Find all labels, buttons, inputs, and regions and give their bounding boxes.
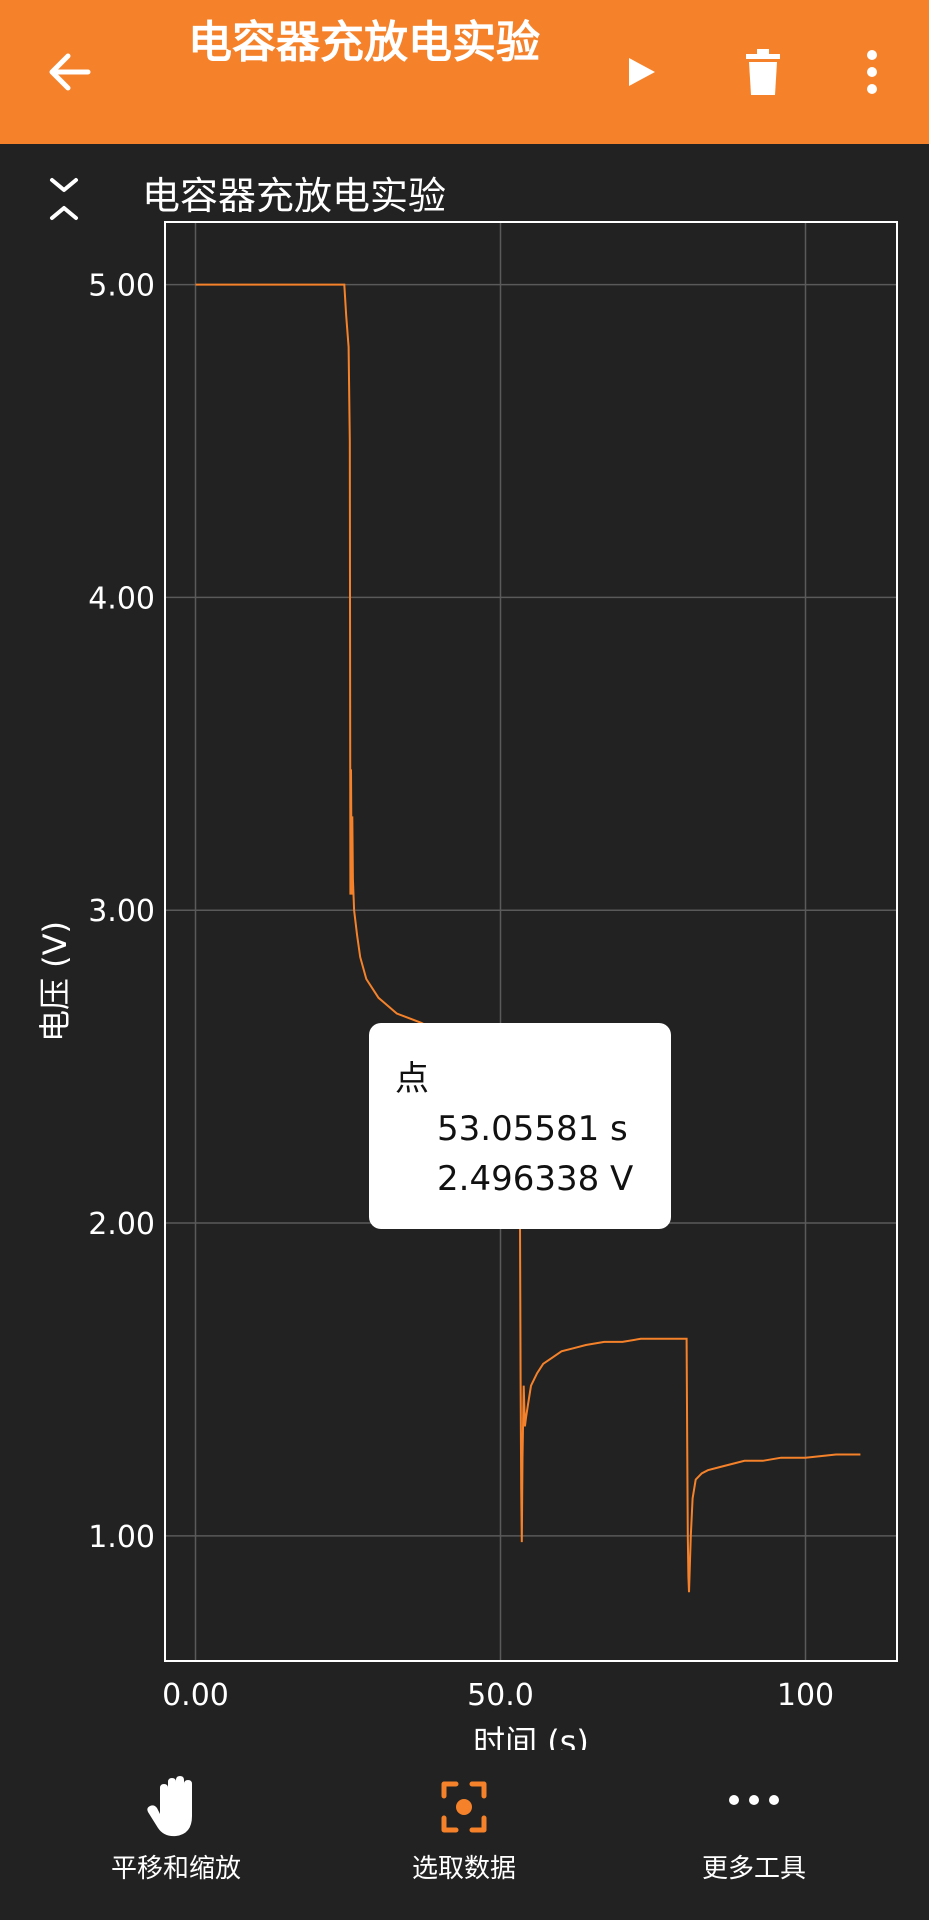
- y-tick-label: 2.00: [88, 1207, 155, 1242]
- trash-icon: [746, 49, 780, 95]
- more-tools-tool[interactable]: 更多工具: [634, 1760, 874, 1910]
- x-tick-label: 50.0: [467, 1678, 534, 1713]
- bottom-toolbar: 平移和缩放 选取数据 更多工具: [0, 1760, 929, 1920]
- back-button[interactable]: [40, 42, 100, 102]
- y-tick-label: 4.00: [88, 581, 155, 616]
- y-tick-label: 1.00: [88, 1520, 155, 1555]
- chart-grid: [165, 222, 897, 1661]
- y-tick-label: 3.00: [88, 894, 155, 929]
- play-button[interactable]: [612, 42, 672, 102]
- app-bar: 电容器充放电实验: [0, 0, 929, 144]
- app-bar-title: 电容器充放电实验: [188, 17, 540, 68]
- x-axis-ticks: 0.00 50.0 100: [162, 1678, 834, 1713]
- x-tick-label: 100: [777, 1678, 834, 1713]
- y-axis-label: 电压 (V): [36, 921, 74, 1042]
- voltage-series-line: [195, 283, 861, 1593]
- delete-button[interactable]: [733, 42, 793, 102]
- tooltip-y-value: 2.496338 V: [437, 1159, 634, 1199]
- play-icon: [629, 58, 655, 86]
- chart-area[interactable]: 0.00 50.0 100 1.00 2.00 3.00 4.00 5.00 时间 (s) …: [0, 210, 929, 1750]
- y-axis-ticks: 1.00 2.00 3.00 4.00 5.00: [88, 269, 155, 1555]
- select-data-label: 选取数据: [411, 1854, 516, 1884]
- y-tick-label: 5.00: [88, 269, 155, 304]
- select-data-tool[interactable]: 选取数据: [344, 1760, 584, 1910]
- more-horizontal-icon: [724, 1774, 784, 1840]
- x-tick-label: 0.00: [162, 1678, 229, 1713]
- overflow-menu-button[interactable]: [842, 42, 902, 102]
- hand-icon: [146, 1774, 206, 1840]
- point-tooltip: 点 53.05581 s 2.496338 V: [369, 1023, 671, 1229]
- pan-zoom-tool[interactable]: 平移和缩放: [56, 1760, 296, 1910]
- more-vertical-icon: [867, 50, 877, 94]
- chart-plot[interactable]: 0.00 50.0 100 1.002.003.004.005.00 时间 (s) …: [0, 210, 929, 1750]
- tooltip-x-value: 53.05581 s: [437, 1109, 628, 1149]
- plot-frame: [164, 221, 898, 1662]
- more-tools-label: 更多工具: [701, 1854, 806, 1884]
- select-data-icon: [434, 1774, 494, 1840]
- x-axis-label: 时间 (s): [473, 1723, 589, 1750]
- tooltip-title: 点: [395, 1059, 429, 1099]
- app-screen: 电容器充放电实验 电容器充放电实验 0.00 50.0 100 1.00 2.0…: [0, 0, 929, 1920]
- arrow-left-icon: [49, 53, 91, 91]
- pan-zoom-label: 平移和缩放: [110, 1854, 241, 1884]
